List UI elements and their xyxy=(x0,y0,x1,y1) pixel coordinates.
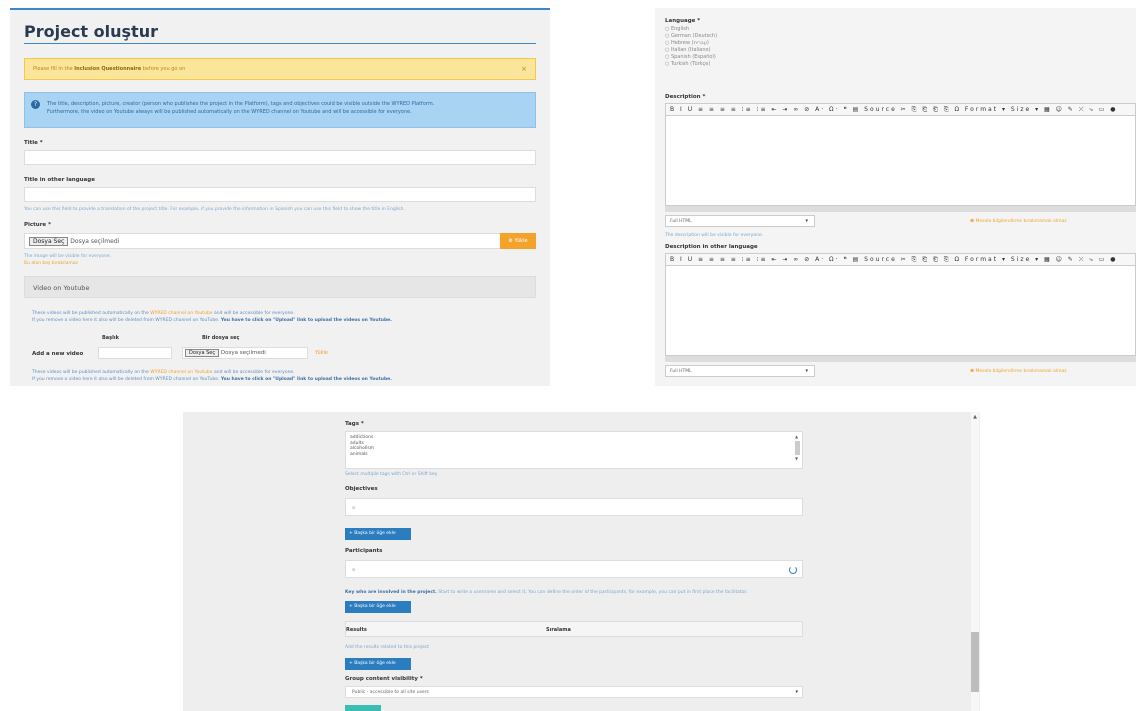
scroll-thumb[interactable] xyxy=(795,440,800,455)
editor-statusbar xyxy=(665,206,1136,212)
warning-text-prefix: Please fill in the xyxy=(33,66,75,72)
project-details-panel: Tags * addictions adults alcoholism anim… xyxy=(183,412,980,711)
warning-alert: Please fill in the Inclusion Questionnai… xyxy=(24,58,536,80)
title-label: Title * xyxy=(24,140,43,146)
video-section-header: Video on Youtube xyxy=(24,276,536,298)
scroll-up-icon[interactable]: ▲ xyxy=(795,434,800,440)
text-format-value: Full HTML xyxy=(670,219,692,224)
title-other-input[interactable] xyxy=(24,187,536,202)
title-other-hint: You can use this field to provide a tran… xyxy=(24,207,405,212)
page-title: Project oluştur xyxy=(24,22,158,41)
language-option[interactable]: German (Deutsch) xyxy=(665,33,717,40)
language-option[interactable]: Spanish (Español) xyxy=(665,54,717,61)
picture-file-input[interactable]: Dosya Seç Dosya seçilmedi xyxy=(24,233,536,249)
chevron-down-icon: ▾ xyxy=(805,218,808,224)
description-label: Description * xyxy=(665,94,706,100)
participants-input[interactable]: a xyxy=(345,560,803,578)
description-warning: ❶ Mesela bilgilendirme bırakmamak olmaz xyxy=(970,219,1067,224)
page-scroll-thumb[interactable] xyxy=(971,632,979,692)
choose-file-button[interactable]: Dosya Seç xyxy=(29,237,69,246)
upload-label: Yükle xyxy=(514,238,528,244)
refresh-icon xyxy=(789,566,797,574)
editor-toolbar-other[interactable]: B I U ≡ ≡ ≡ ≡ ⁝≡ ⁝≡ ⇤ ⇥ ∞ ⊘ A· Ω· ❝ ▤ So… xyxy=(665,253,1136,266)
create-project-panel: Project oluştur Please fill in the Inclu… xyxy=(10,8,550,386)
language-list: English German (Deutsch) Hebrew (עברית) … xyxy=(665,26,717,68)
info-line-1: The title, description, picture, creator… xyxy=(47,101,435,107)
warning-text-suffix: before you go on xyxy=(141,66,186,72)
picture-hint: The image will be visible for everyone. xyxy=(24,254,112,259)
objectives-input[interactable]: a xyxy=(345,498,803,516)
upload-button[interactable]: ⚙ Yükle xyxy=(500,233,536,249)
info-alert: ? The title, description, picture, creat… xyxy=(24,92,536,128)
participants-hint: Key who are involved in the project. Sta… xyxy=(345,590,748,595)
description-other-label: Description in other language xyxy=(665,244,758,250)
title-input[interactable] xyxy=(24,150,536,165)
description-panel: Language * English German (Deutsch) Hebr… xyxy=(655,8,1136,386)
tags-multiselect[interactable]: addictions adults alcoholism animals ▲ ▼ xyxy=(345,431,803,469)
language-option[interactable]: Turkish (Türkçe) xyxy=(665,61,717,68)
order-column: Sıralama xyxy=(546,627,571,633)
add-result-button[interactable]: + Başka bir öğe ekle xyxy=(345,658,411,670)
tags-hint: Select multiple tags with Ctrl or Shift … xyxy=(345,472,438,477)
description-hint: The description will be visible for ever… xyxy=(665,233,764,238)
page-scrollbar[interactable]: ▲ xyxy=(971,412,979,711)
title-other-label: Title in other language xyxy=(24,177,95,183)
results-table-header: Results Sıralama xyxy=(345,621,803,637)
editor-toolbar[interactable]: B I U ≡ ≡ ≡ ≡ ⁝≡ ⁝≡ ⇤ ⇥ ∞ ⊘ A· Ω· ❝ ▤ So… xyxy=(665,103,1136,116)
close-icon[interactable]: × xyxy=(521,65,527,73)
add-video-label: Add a new video xyxy=(32,351,84,357)
text-format-select[interactable]: Full HTML ▾ xyxy=(665,215,815,227)
description-other-warning: ❶ Mesela bilgilendirme bırakmamak olmaz xyxy=(970,369,1067,374)
column-title: Başlık xyxy=(102,335,119,341)
language-label: Language * xyxy=(665,18,701,24)
video-note: These videos will be published automatic… xyxy=(32,311,392,323)
tag-option[interactable]: animals xyxy=(350,452,798,458)
file-status: Dosya seçilmedi xyxy=(70,238,120,245)
question-icon: ? xyxy=(31,100,40,109)
editor-statusbar-other xyxy=(665,356,1136,362)
title-divider xyxy=(24,43,536,44)
choose-video-button[interactable]: Dosya Seç xyxy=(185,349,220,357)
participants-label: Participants xyxy=(345,548,383,554)
scroll-down-icon[interactable]: ▼ xyxy=(795,456,800,462)
questionnaire-link[interactable]: Inclusion Questionnaire xyxy=(74,66,141,72)
visibility-value: Public - accessible to all site users xyxy=(352,690,429,695)
column-file: Bir dosya seç xyxy=(202,335,240,341)
video-file-input[interactable]: Dosya Seç Dosya seçilmedi xyxy=(182,347,308,359)
objectives-label: Objectives xyxy=(345,486,378,492)
picture-warning: Bu alan boş bırakılamaz xyxy=(24,261,78,266)
language-option[interactable]: English xyxy=(665,26,717,33)
visibility-label: Group content visibility * xyxy=(345,676,423,682)
info-line-2: Furthermore, the video on Youtube always… xyxy=(47,109,412,115)
text-format-value-other: Full HTML xyxy=(670,369,692,374)
description-editor[interactable] xyxy=(665,116,1136,206)
description-other-editor[interactable] xyxy=(665,266,1136,356)
add-participant-button[interactable]: + Başka bir öğe ekle xyxy=(345,601,411,613)
picture-label: Picture * xyxy=(24,222,51,228)
visibility-select[interactable]: Public - accessible to all site users ▾ xyxy=(345,686,803,698)
tags-label: Tags * xyxy=(345,421,364,427)
add-objective-button[interactable]: + Başka bir öğe ekle xyxy=(345,528,411,540)
save-button[interactable] xyxy=(345,705,381,711)
video-file-status: Dosya seçilmedi xyxy=(220,350,266,356)
video-title-input[interactable] xyxy=(98,347,172,359)
video-upload-link[interactable]: Yükle xyxy=(315,350,328,356)
results-column: Results xyxy=(346,627,367,633)
text-format-select-other[interactable]: Full HTML ▾ xyxy=(665,365,815,377)
chevron-down-icon: ▾ xyxy=(805,368,808,374)
chevron-down-icon: ▾ xyxy=(795,689,798,695)
language-option[interactable]: Italian (Italiano) xyxy=(665,47,717,54)
language-option[interactable]: Hebrew (עברית) xyxy=(665,40,717,47)
results-hint: Add the results related to this project xyxy=(345,645,430,650)
page-scroll-up-icon[interactable]: ▲ xyxy=(971,414,979,420)
video-note-bottom: These videos will be published automatic… xyxy=(32,370,392,382)
tags-scrollbar[interactable]: ▲ ▼ xyxy=(795,434,800,466)
